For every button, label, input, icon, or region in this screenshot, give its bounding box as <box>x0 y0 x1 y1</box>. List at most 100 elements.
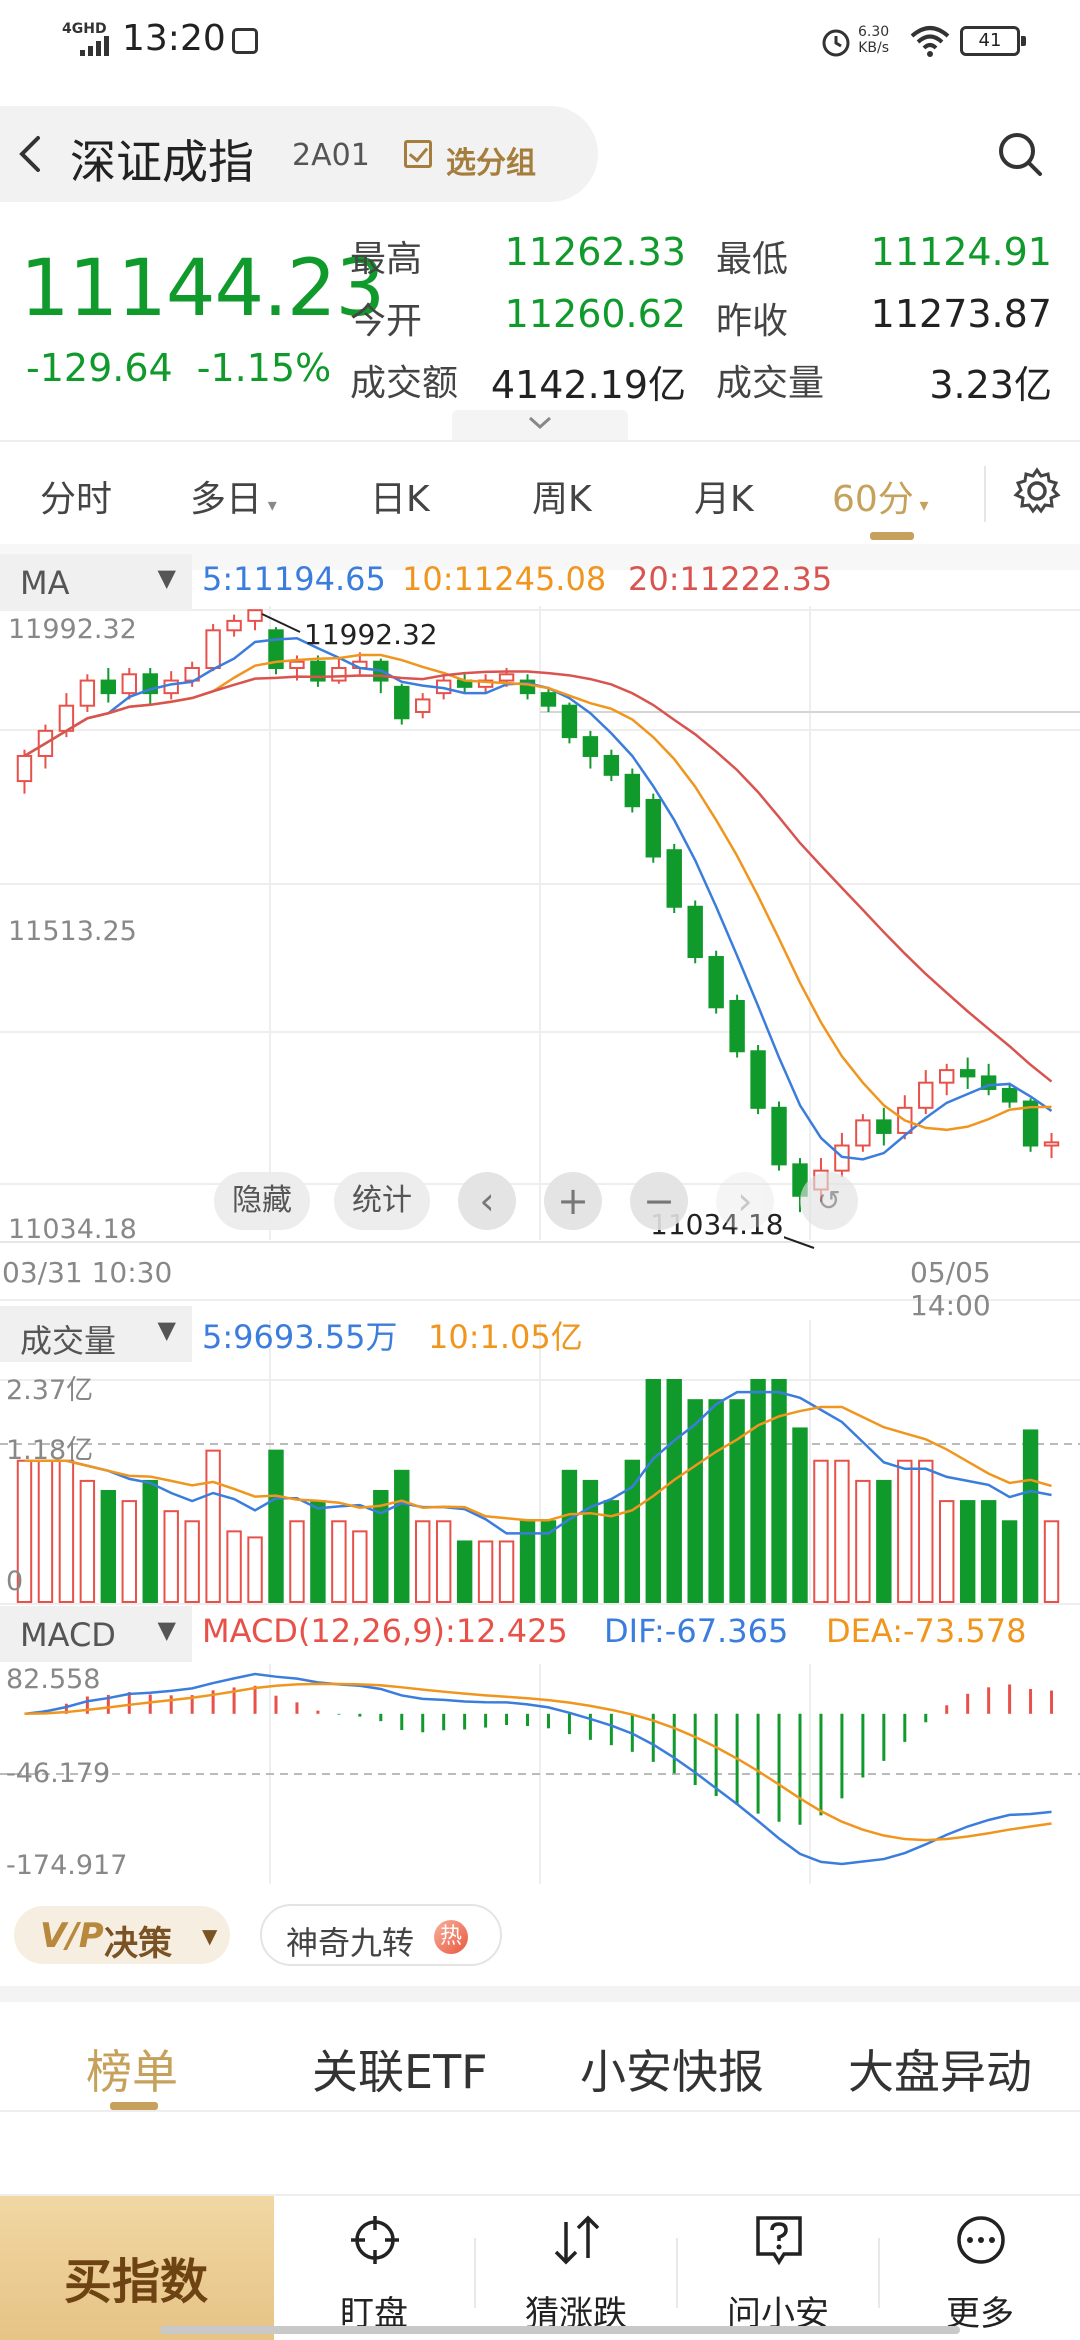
kline-chart[interactable] <box>0 544 1080 1884</box>
scroll-left-icon[interactable]: ‹ <box>458 1172 516 1230</box>
volume-bar <box>939 1500 955 1603</box>
vip-icon: V/P <box>40 1916 104 1956</box>
open-label: 今开 <box>350 301 423 342</box>
x-axis-start: 03/31 10:30 <box>2 1256 173 1289</box>
ma-indicator-selector[interactable]: MA ▼ <box>0 554 192 610</box>
speed-value: 6.30 <box>858 24 890 40</box>
candle-body <box>226 619 242 632</box>
volume-bar <box>498 1540 515 1603</box>
candle-body <box>540 692 557 707</box>
scroll-right-icon[interactable]: › <box>716 1172 774 1230</box>
volume-bar <box>792 1427 808 1603</box>
back-icon[interactable] <box>12 134 48 174</box>
volume-indicator-selector[interactable]: 成交量 ▼ <box>0 1306 192 1362</box>
tab-market-alerts[interactable]: 大盘异动 <box>848 2036 1032 2102</box>
feature-tags: V/P 决策 ▼ 神奇九转 热 <box>0 1884 1080 1984</box>
candle <box>561 702 578 744</box>
candle-body <box>100 679 117 695</box>
tab-60min[interactable]: 60分 ▾ <box>832 470 929 522</box>
search-icon[interactable] <box>996 130 1044 178</box>
dea-line <box>24 1682 1052 1842</box>
gear-icon[interactable] <box>1012 466 1062 516</box>
tab-intraday[interactable]: 分时 <box>40 470 112 522</box>
caret-down-icon: ▼ <box>202 1924 218 1948</box>
network-type: 4GHD <box>62 21 107 37</box>
alarm-icon <box>822 29 850 57</box>
tab-quick-report[interactable]: 小安快报 <box>580 2036 764 2102</box>
nav-ask[interactable]: 问小安 <box>678 2196 878 2340</box>
reset-icon[interactable]: ↺ <box>800 1172 858 1230</box>
status-bar: 4GHD 13:20 6.30 KB/s 41 <box>0 0 1080 84</box>
candle <box>750 1044 766 1115</box>
magic-nine-label: 神奇九转 <box>286 1924 415 1962</box>
candle-body <box>645 798 661 858</box>
macd-indicator-name: MACD <box>20 1616 116 1654</box>
page-title: 深证成指 <box>70 135 254 189</box>
candle <box>226 614 242 637</box>
volume-bar <box>771 1379 787 1603</box>
candle <box>645 793 661 863</box>
volume-bar <box>918 1459 934 1604</box>
ma20-line <box>23 670 1053 1083</box>
x-axis-end: 05/05 14:00 <box>910 1256 991 1322</box>
home-indicator <box>160 2326 960 2334</box>
ma5-line <box>23 636 1053 1161</box>
low-label: 最低 <box>716 239 789 280</box>
candle-body <box>289 660 305 670</box>
title-bar: 深证成指 2A01 选分组 <box>0 106 1080 206</box>
tab-related-etf[interactable]: 关联ETF <box>312 2036 488 2102</box>
expand-quote-button[interactable] <box>452 410 628 440</box>
volume-bar <box>79 1479 96 1604</box>
buy-index-button[interactable]: 买指数 <box>0 2196 274 2340</box>
candle <box>918 1070 934 1115</box>
tab-monthly-k[interactable]: 月K <box>694 470 754 522</box>
macd-indicator-selector[interactable]: MACD ▼ <box>0 1606 192 1662</box>
macd-axis-min: -174.917 <box>6 1850 128 1881</box>
high-value: 11262.33 <box>504 230 686 274</box>
ma10-line <box>23 653 1052 1132</box>
zoom-in-icon[interactable]: + <box>544 1172 602 1230</box>
macd-layer <box>24 1672 1054 1866</box>
candle-body <box>394 685 410 720</box>
volume-bar <box>708 1399 724 1603</box>
chart-area[interactable]: MA ▼ 5:11194.65 10:11245.08 20:11222.35 … <box>0 544 1080 1884</box>
tab-weekly-k[interactable]: 周K <box>532 470 592 522</box>
checkbox-icon[interactable] <box>404 140 432 168</box>
candle-body <box>163 679 179 695</box>
tab-multiday[interactable]: 多日 ▾ <box>190 470 277 522</box>
dea-value: DEA:-73.578 <box>826 1612 1027 1650</box>
hide-button[interactable]: 隐藏 <box>214 1172 310 1230</box>
nav-more[interactable]: 更多 <box>880 2196 1080 2340</box>
nav-guess[interactable]: 猜涨跌 <box>476 2196 676 2340</box>
volume-bar <box>58 1459 75 1604</box>
caret-down-icon: ▼ <box>157 1616 176 1644</box>
zoom-out-icon[interactable]: − <box>630 1172 688 1230</box>
volume-bar <box>205 1449 221 1603</box>
tab-rankings[interactable]: 榜单 <box>86 2036 178 2102</box>
magic-nine-button[interactable]: 神奇九转 热 <box>260 1904 502 1966</box>
current-price: 11144.23 <box>20 244 385 334</box>
volume-bar <box>687 1399 703 1603</box>
select-group-button[interactable]: 选分组 <box>446 138 536 182</box>
vip-decision-button[interactable]: V/P 决策 ▼ <box>14 1906 230 1964</box>
volume-bar <box>331 1520 347 1603</box>
candle <box>666 843 682 914</box>
title-pill: 深证成指 2A01 选分组 <box>0 106 598 202</box>
candle <box>876 1107 892 1146</box>
high-label: 最高 <box>350 239 423 280</box>
candle-body <box>79 679 96 707</box>
dif-line <box>24 1672 1052 1866</box>
candle-body <box>415 698 431 713</box>
volume-bar <box>394 1469 410 1603</box>
volume-bar <box>959 1500 976 1603</box>
tab-daily-k[interactable]: 日K <box>370 470 430 522</box>
prev-close-value: 11273.87 <box>870 292 1052 336</box>
macd-axis-max: 82.558 <box>6 1664 101 1695</box>
volume-bar <box>163 1510 179 1604</box>
stats-button[interactable]: 统计 <box>334 1172 430 1230</box>
news-tabs: 榜单 关联ETF 小安快报 大盘异动 <box>0 2002 1080 2112</box>
active-tab-indicator <box>870 532 914 540</box>
volume-bar <box>666 1379 682 1603</box>
nav-watch[interactable]: 盯盘 <box>274 2196 474 2340</box>
caret-down-icon: ▼ <box>157 564 176 592</box>
